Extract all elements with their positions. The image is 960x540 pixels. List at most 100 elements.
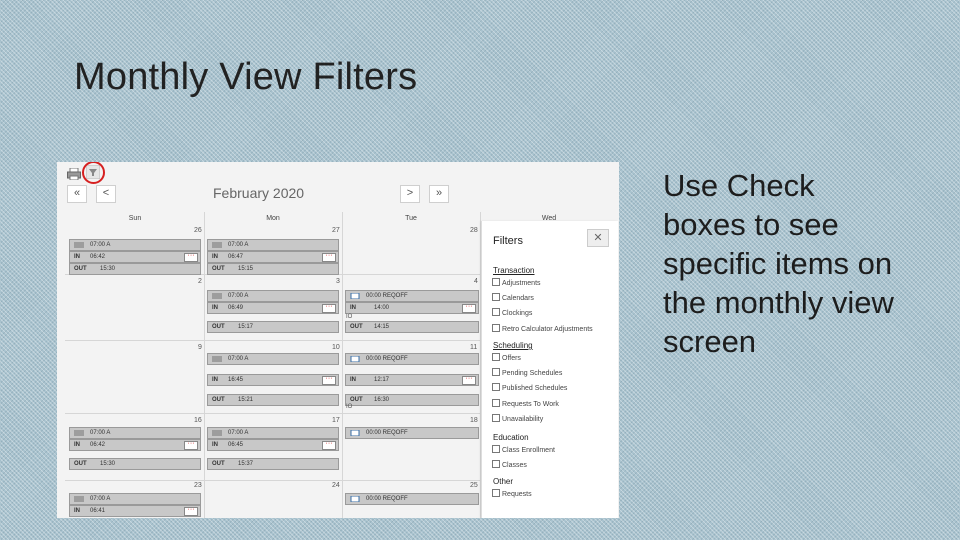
- clock-in-entry[interactable]: IN 06:49 ···: [207, 302, 339, 314]
- checkbox[interactable]: [492, 293, 500, 301]
- request-icon: [350, 293, 360, 299]
- checkbox[interactable]: [492, 353, 500, 361]
- shift-icon: [212, 356, 222, 362]
- shift-entry[interactable]: 07:00 A: [69, 427, 201, 439]
- checkbox[interactable]: [492, 399, 500, 407]
- close-button[interactable]: ✕: [587, 229, 609, 247]
- checkbox[interactable]: [492, 324, 500, 332]
- request-entry[interactable]: 00:00 REQOFF: [345, 353, 479, 365]
- checkbox[interactable]: [492, 414, 500, 422]
- day-number: 16: [194, 417, 202, 424]
- more-options-icon[interactable]: ···: [322, 375, 336, 385]
- checkbox[interactable]: [492, 368, 500, 376]
- filter-label: Pending Schedules: [502, 370, 563, 377]
- filter-retro-calculator-adjustments[interactable]: Retro Calculator Adjustments: [492, 324, 593, 333]
- entry-key: OUT: [350, 324, 363, 330]
- clock-out-entry[interactable]: OUT 15:37: [207, 458, 339, 470]
- entry-key: OUT: [74, 266, 87, 272]
- shift-entry[interactable]: 07:00 A: [69, 239, 201, 251]
- shift-entry[interactable]: 07:00 A: [207, 290, 339, 302]
- checkbox[interactable]: [492, 460, 500, 468]
- entry-key: IN: [74, 254, 80, 260]
- filter-offers[interactable]: Offers: [492, 353, 521, 362]
- more-options-icon[interactable]: ···: [462, 303, 476, 313]
- filter-label: Published Schedules: [502, 385, 568, 392]
- entry-key: IN: [74, 442, 80, 448]
- filter-clockings[interactable]: Clockings: [492, 308, 532, 317]
- prev-month-button[interactable]: <: [96, 185, 116, 203]
- clock-out-entry[interactable]: OUT 15:15: [207, 263, 339, 275]
- more-options-icon[interactable]: ···: [322, 303, 336, 313]
- entry-key: IN: [212, 305, 218, 311]
- checkbox[interactable]: [492, 308, 500, 316]
- filters-title: Filters: [493, 235, 523, 247]
- more-options-icon[interactable]: ···: [184, 252, 198, 262]
- clock-in-entry[interactable]: IN 06:47 ···: [207, 251, 339, 263]
- checkbox[interactable]: [492, 383, 500, 391]
- filter-unavailability[interactable]: Unavailability: [492, 414, 543, 423]
- more-options-icon[interactable]: ···: [322, 440, 336, 450]
- day-number: 11: [470, 344, 478, 351]
- day-number: 4: [474, 278, 478, 285]
- filter-published-schedules[interactable]: Published Schedules: [492, 383, 567, 392]
- entry-value: 14:15: [374, 324, 390, 330]
- day-number: 24: [332, 482, 340, 489]
- print-icon[interactable]: [67, 168, 81, 180]
- grid-line: [65, 413, 485, 414]
- first-page-button[interactable]: «: [67, 185, 87, 203]
- shift-entry[interactable]: 07:00 A: [207, 427, 339, 439]
- grid-line: [342, 212, 343, 518]
- shift-entry[interactable]: 07:00 A: [207, 353, 339, 365]
- clock-out-entry[interactable]: OUT 14:15: [345, 321, 479, 333]
- clock-in-entry[interactable]: IN 12:17 ···: [345, 374, 479, 386]
- more-options-icon[interactable]: ···: [462, 375, 476, 385]
- shift-label: 07:00 A: [228, 356, 249, 362]
- last-page-button[interactable]: »: [429, 185, 449, 203]
- io-label: IO: [346, 404, 353, 410]
- entry-value: 15:30: [100, 461, 116, 467]
- filter-requests[interactable]: Requests: [492, 489, 532, 498]
- clock-in-entry[interactable]: IN 06:41 ···: [69, 505, 201, 517]
- shift-label: 07:00 A: [90, 496, 111, 502]
- request-entry[interactable]: 00:00 REQOFF: [345, 427, 479, 439]
- more-options-icon[interactable]: ···: [322, 252, 336, 262]
- clock-in-entry[interactable]: IN 06:45 ···: [207, 439, 339, 451]
- more-options-icon[interactable]: ···: [184, 506, 198, 516]
- request-entry[interactable]: 00:00 REQOFF: [345, 290, 479, 302]
- shift-entry[interactable]: 07:00 A: [207, 239, 339, 251]
- entry-key: IN: [212, 377, 218, 383]
- clock-out-entry[interactable]: OUT 15:21: [207, 394, 339, 406]
- filter-adjustments[interactable]: Adjustments: [492, 278, 541, 287]
- entry-value: 15:17: [238, 324, 254, 330]
- clock-in-entry[interactable]: IN 16:45 ···: [207, 374, 339, 386]
- filter-class-enrollment[interactable]: Class Enrollment: [492, 445, 555, 454]
- entry-key: OUT: [212, 324, 225, 330]
- filter-section-transaction: Transaction: [493, 266, 535, 275]
- checkbox[interactable]: [492, 278, 500, 286]
- filter-label: Retro Calculator Adjustments: [502, 326, 593, 333]
- next-month-button[interactable]: >: [400, 185, 420, 203]
- filter-label: Classes: [502, 462, 527, 469]
- clock-out-entry[interactable]: OUT 15:30: [69, 458, 201, 470]
- more-options-icon[interactable]: ···: [184, 440, 198, 450]
- day-number: 28: [470, 227, 478, 234]
- filter-requests-to-work[interactable]: Requests To Work: [492, 399, 559, 408]
- clock-out-entry[interactable]: OUT 15:30: [69, 263, 201, 275]
- checkbox[interactable]: [492, 445, 500, 453]
- shift-entry[interactable]: 07:00 A: [69, 493, 201, 505]
- clock-in-entry[interactable]: IN 14:00 ···: [345, 302, 479, 314]
- day-number: 26: [194, 227, 202, 234]
- filter-section-scheduling: Scheduling: [493, 341, 533, 350]
- filter-classes[interactable]: Classes: [492, 460, 527, 469]
- clock-out-entry[interactable]: OUT 15:17: [207, 321, 339, 333]
- filter-pending-schedules[interactable]: Pending Schedules: [492, 368, 562, 377]
- day-number: 10: [332, 344, 340, 351]
- checkbox[interactable]: [492, 489, 500, 497]
- clock-in-entry[interactable]: IN 06:42 ···: [69, 251, 201, 263]
- entry-value: 12:17: [374, 377, 390, 383]
- filter-calendars[interactable]: Calendars: [492, 293, 534, 302]
- clock-out-entry[interactable]: OUT 16:30: [345, 394, 479, 406]
- request-label: 00:00 REQOFF: [366, 356, 408, 362]
- clock-in-entry[interactable]: IN 06:42 ···: [69, 439, 201, 451]
- request-entry[interactable]: 00:00 REQOFF: [345, 493, 479, 505]
